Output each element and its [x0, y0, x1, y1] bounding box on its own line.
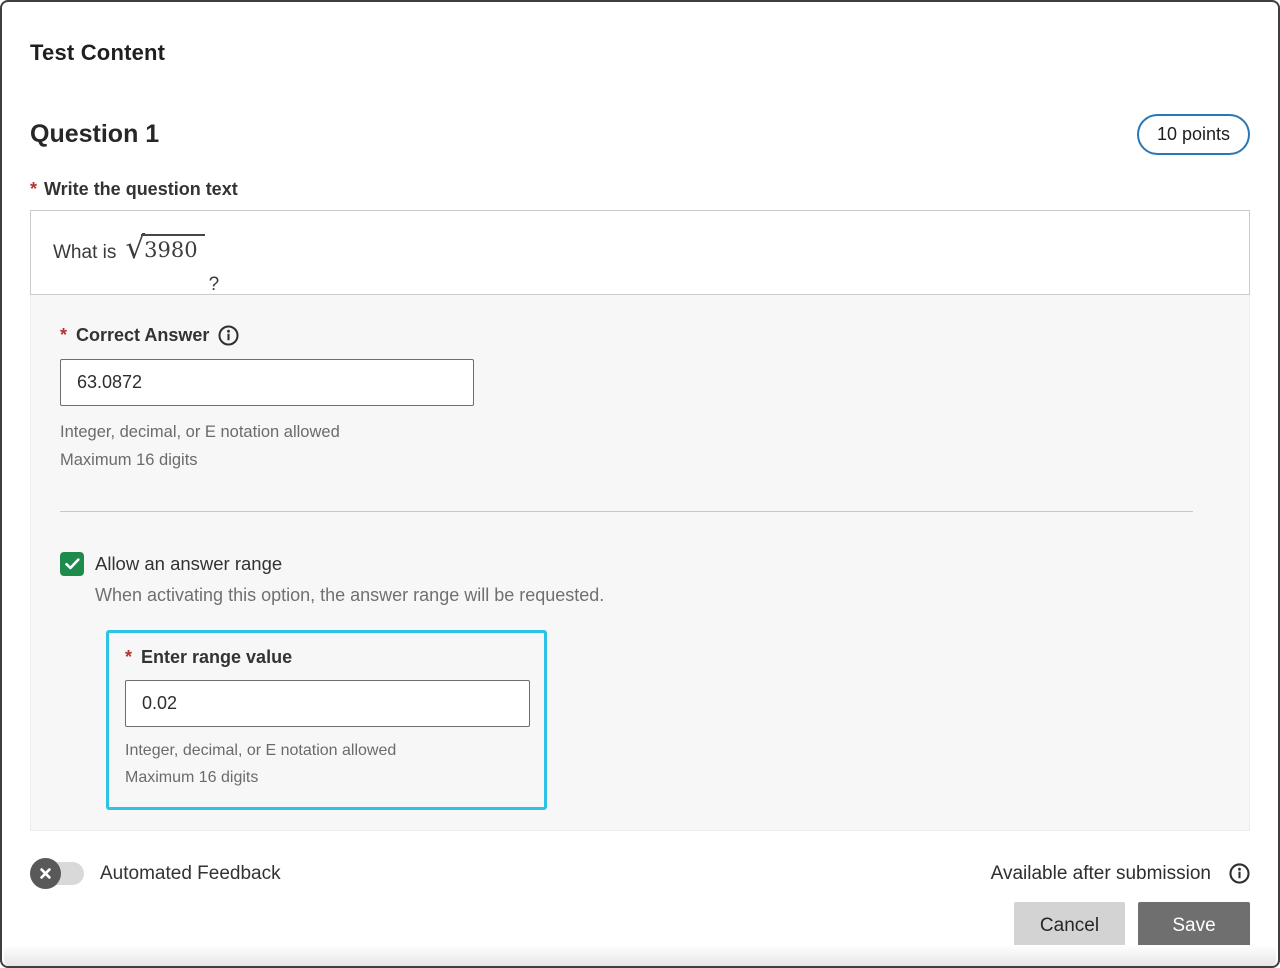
allow-answer-range-label: Allow an answer range — [95, 553, 282, 575]
info-icon[interactable] — [1229, 863, 1250, 884]
required-asterisk: * — [60, 325, 67, 346]
correct-answer-label-text: Correct Answer — [76, 325, 209, 346]
helper-line: Integer, decimal, or E notation allowed — [125, 737, 530, 764]
feedback-row: Automated Feedback Available after submi… — [30, 858, 1250, 889]
question-text-suffix: ? — [209, 274, 220, 296]
allow-answer-range-checkbox[interactable] — [60, 552, 84, 576]
toggle-knob — [30, 858, 61, 889]
correct-answer-helper: Integer, decimal, or E notation allowed … — [60, 418, 1221, 474]
radicand: 3980 — [141, 234, 204, 262]
square-root-expression: √3980 — [125, 233, 204, 264]
x-icon — [39, 867, 52, 880]
points-badge[interactable]: 10 points — [1137, 114, 1250, 155]
question-text-label: * Write the question text — [30, 179, 1250, 200]
required-asterisk: * — [30, 179, 37, 200]
correct-answer-input[interactable] — [60, 359, 474, 406]
save-button[interactable]: Save — [1138, 902, 1250, 950]
availability-label: Available after submission — [991, 863, 1211, 885]
question-text-prefix: What is — [53, 242, 116, 264]
helper-line: Integer, decimal, or E notation allowed — [60, 418, 1221, 446]
question-text-label-text: Write the question text — [44, 179, 238, 200]
required-asterisk: * — [125, 647, 132, 668]
page-title: Test Content — [30, 40, 1250, 66]
answer-settings-panel: * Correct Answer Integer, decimal, or E … — [30, 295, 1250, 831]
question-header: Question 1 10 points — [30, 114, 1250, 155]
correct-answer-label: * Correct Answer — [60, 325, 1221, 346]
info-icon[interactable] — [218, 325, 239, 346]
question-title: Question 1 — [30, 120, 159, 149]
automated-feedback-toggle[interactable] — [30, 858, 85, 889]
answer-range-description: When activating this option, the answer … — [95, 585, 1221, 606]
automated-feedback-label: Automated Feedback — [100, 863, 281, 885]
range-value-label-text: Enter range value — [141, 647, 292, 668]
range-value-highlight-box: * Enter range value Integer, decimal, or… — [106, 630, 547, 810]
range-value-input[interactable] — [125, 680, 530, 727]
section-divider — [60, 511, 1193, 512]
range-value-helper: Integer, decimal, or E notation allowed … — [125, 737, 530, 791]
helper-line: Maximum 16 digits — [60, 446, 1221, 474]
allow-answer-range-row[interactable]: Allow an answer range — [60, 552, 1221, 576]
action-buttons: Cancel Save — [30, 902, 1250, 950]
range-value-label: * Enter range value — [125, 647, 530, 668]
question-text-editor[interactable]: What is √3980 ? — [30, 210, 1250, 295]
helper-line: Maximum 16 digits — [125, 764, 530, 791]
cancel-button[interactable]: Cancel — [1014, 902, 1125, 950]
check-icon — [65, 558, 80, 570]
test-content-dialog: Test Content Question 1 10 points * Writ… — [0, 0, 1280, 968]
